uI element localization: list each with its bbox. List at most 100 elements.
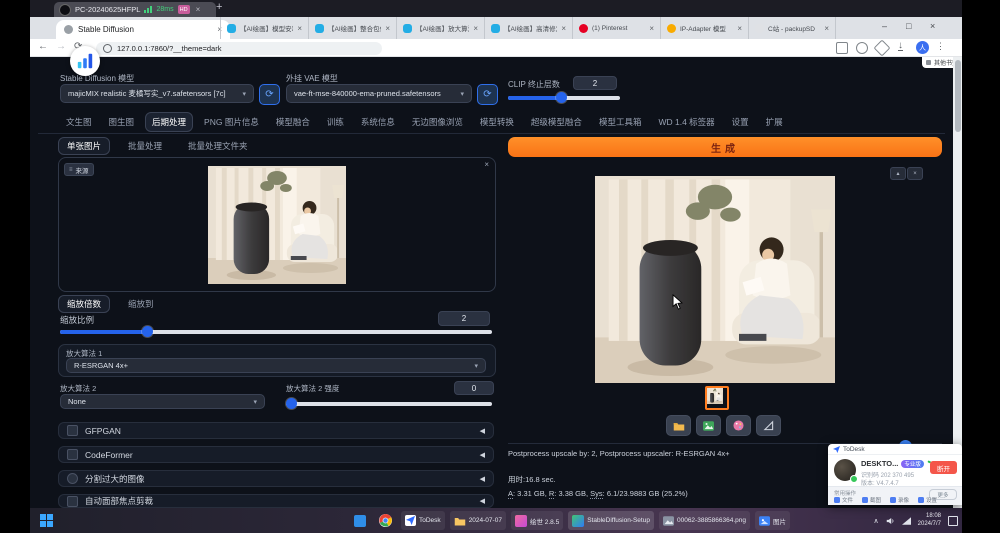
vae-dropdown[interactable]: vae-ft-mse-840000-ema-pruned.safetensors… [286, 84, 472, 103]
tab-single-image[interactable]: 单张图片 [58, 137, 110, 155]
tab-close-icon[interactable]: × [385, 24, 390, 33]
tab-close-icon[interactable]: × [561, 24, 566, 33]
taskbar-sd-setup-button[interactable]: StableDiffusion-Setup [568, 511, 654, 530]
checkbox[interactable] [67, 473, 78, 484]
taskbar-chrome-button[interactable] [375, 511, 396, 530]
tab-extensions[interactable]: 扩展 [760, 113, 789, 131]
window-minimize-button[interactable]: – [882, 21, 887, 31]
tab-scale-to[interactable]: 缩放到 [120, 296, 162, 312]
upscaler1-dropdown[interactable]: R-ESRGAN 4x+ ▾ [66, 358, 486, 373]
notification-center-icon[interactable] [948, 516, 958, 526]
tab-train[interactable]: 训练 [321, 113, 350, 131]
tab-close-icon[interactable]: × [824, 24, 829, 33]
browser-tab[interactable]: 【AI绘画】高清修复教程_哔哩哔哩 × [484, 17, 572, 39]
expand-image-button[interactable]: ▴ [890, 167, 906, 180]
send-to-extras-button[interactable] [726, 415, 751, 436]
browser-menu-icon[interactable]: ⋮ [936, 41, 945, 52]
extension-icon[interactable] [836, 42, 848, 54]
window-maximize-button[interactable]: □ [906, 21, 911, 31]
scrollbar-thumb[interactable] [955, 60, 961, 132]
address-bar[interactable]: 127.0.0.1:7860/?__theme=dark [96, 42, 382, 55]
todesk-header[interactable]: ToDesk [828, 444, 962, 455]
tab-sysinfo[interactable]: 系统信息 [355, 113, 401, 131]
tab-model-convert[interactable]: 模型转换 [474, 113, 520, 131]
tab-merge[interactable]: 模型融合 [270, 113, 316, 131]
tab-img2img[interactable]: 图生图 [103, 113, 141, 131]
browser-tab[interactable]: IP-Adapter 模型 × [660, 17, 748, 39]
generate-button[interactable]: 生成 [508, 137, 942, 157]
source-image-dropzone[interactable]: ≡ 来源 × [58, 157, 496, 292]
record-button[interactable]: 录像 [890, 496, 909, 504]
taskbar-png-file-button[interactable]: 00062-3885866364.png [659, 511, 750, 530]
window-close-button[interactable]: × [930, 21, 935, 31]
taskbar-todesk-button[interactable]: ToDesk [401, 511, 445, 530]
result-thumbnail[interactable] [705, 386, 729, 410]
resize-tool-button[interactable] [756, 415, 781, 436]
taskbar-photos-button[interactable]: 图片 [755, 511, 790, 530]
open-folder-button[interactable] [666, 415, 691, 436]
tab-super-merge[interactable]: 超级模型融合 [525, 113, 588, 131]
volume-icon[interactable] [886, 517, 895, 525]
refresh-sd-model-button[interactable]: ⟳ [259, 84, 280, 105]
session-close-icon[interactable]: × [196, 5, 201, 14]
taskbar-widgets-button[interactable] [350, 511, 370, 530]
tab-scale-by[interactable]: 缩放倍数 [58, 295, 110, 313]
downloads-icon[interactable]: ↓ [898, 41, 903, 51]
slider-knob[interactable] [286, 398, 297, 409]
browser-tab-active[interactable]: Stable Diffusion × [56, 20, 230, 39]
save-image-button[interactable] [696, 415, 721, 436]
start-button[interactable] [40, 514, 53, 527]
tray-expand-icon[interactable]: ∧ [874, 517, 879, 525]
tab-close-icon[interactable]: × [297, 24, 302, 33]
tab-close-icon[interactable]: × [737, 24, 742, 33]
upscaler2-visibility-slider[interactable] [286, 402, 492, 406]
browser-tab[interactable]: 【AI绘画】放大算法对比_哔哩哔哩 × [396, 17, 484, 39]
tab-close-icon[interactable]: × [473, 24, 478, 33]
tab-model-toolkit[interactable]: 模型工具箱 [593, 113, 648, 131]
extension-icon[interactable] [856, 42, 868, 54]
accordion-codeformer[interactable]: CodeFormer ◀ [58, 446, 494, 463]
accordion-split-oversized[interactable]: 分割过大的图像 ◀ [58, 470, 494, 487]
tab-settings[interactable]: 设置 [726, 113, 755, 131]
back-icon[interactable]: ← [38, 42, 48, 52]
hd-badge[interactable]: HD [178, 5, 190, 14]
close-image-button[interactable]: × [907, 167, 923, 180]
new-session-button[interactable]: + [216, 1, 222, 13]
sd-model-dropdown[interactable]: majicMIX realistic 麦橘写实_v7.safetensors [… [60, 84, 254, 103]
profile-avatar[interactable]: 人 [916, 41, 929, 54]
network-icon[interactable] [902, 517, 911, 525]
taskbar-clock[interactable]: 18:08 2024/7/7 [918, 513, 941, 528]
settings-button[interactable]: 设置 [918, 496, 937, 504]
slider-knob[interactable] [556, 92, 567, 103]
remote-session-tab[interactable]: PC-20240625HFPL 28ms HD × [54, 2, 216, 17]
clip-skip-slider[interactable] [508, 96, 620, 100]
browser-tab[interactable]: 【AI绘画】模型安装教程_哔哩哔哩 × [220, 17, 308, 39]
slider-knob[interactable] [142, 326, 153, 337]
taskbar-folder-button[interactable]: 2024-07-07 [450, 511, 506, 530]
accordion-auto-face-crop[interactable]: 自动面部焦点剪裁 ◀ [58, 494, 494, 508]
result-image[interactable] [595, 176, 835, 383]
taskbar-huishi-button[interactable]: 绘世 2.8.5 [511, 511, 563, 530]
disconnect-button[interactable]: 断开 [930, 461, 957, 474]
tab-pnginfo[interactable]: PNG 图片信息 [198, 113, 265, 131]
tab-wd14-tagger[interactable]: WD 1.4 标签器 [652, 113, 720, 131]
browser-tab[interactable]: 【AI绘画】整合包使用教程_哔哩哔哩 × [308, 17, 396, 39]
tab-extras[interactable]: 后期处理 [145, 112, 193, 132]
tab-batch-folder[interactable]: 批量处理文件夹 [180, 138, 256, 154]
checkbox[interactable] [67, 496, 78, 507]
tab-image-browser[interactable]: 无边图像浏览 [406, 113, 469, 131]
forward-icon[interactable]: → [56, 42, 66, 52]
upscaler2-dropdown[interactable]: None ▾ [60, 394, 265, 409]
tab-txt2img[interactable]: 文生图 [60, 113, 98, 131]
refresh-vae-button[interactable]: ⟳ [477, 84, 498, 105]
clip-skip-value[interactable]: 2 [573, 76, 617, 90]
browser-tab[interactable]: (1) Pinterest × [572, 17, 660, 39]
site-info-icon[interactable] [103, 44, 112, 53]
resize-slider[interactable] [60, 330, 492, 334]
resize-value[interactable]: 2 [438, 311, 490, 326]
browser-tab[interactable]: C站 - packupSD × [748, 17, 836, 39]
checkbox[interactable] [67, 449, 78, 460]
checkbox[interactable] [67, 425, 78, 436]
tab-batch-process[interactable]: 批量处理 [120, 138, 170, 154]
screenshot-button[interactable]: 截图 [862, 496, 881, 504]
